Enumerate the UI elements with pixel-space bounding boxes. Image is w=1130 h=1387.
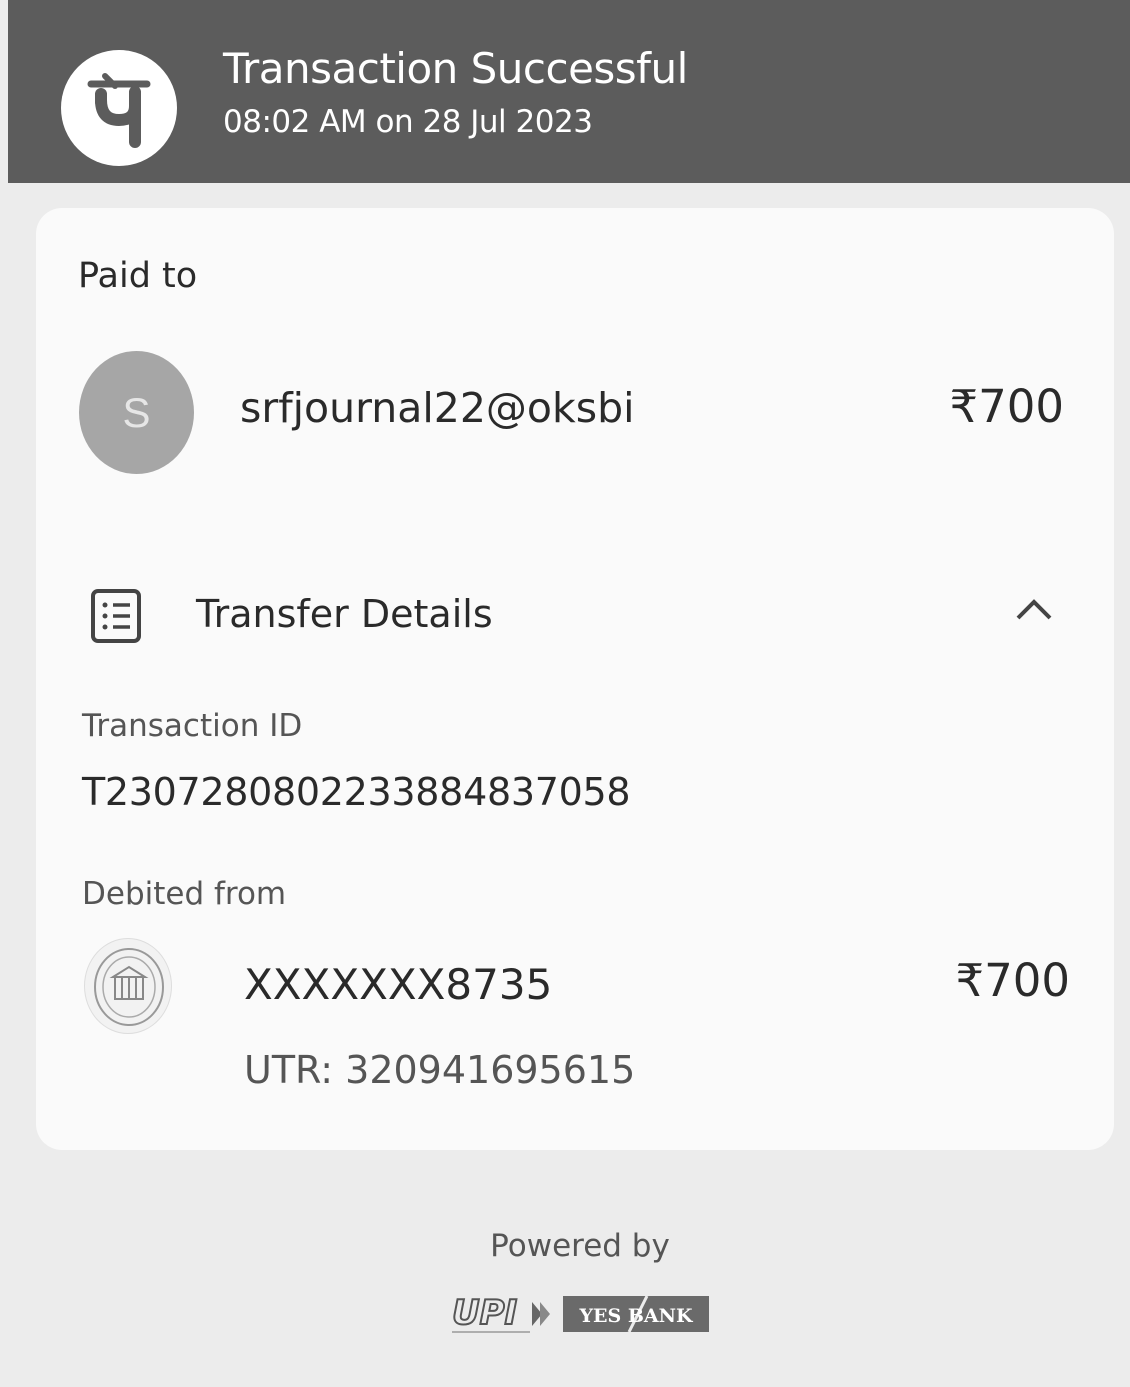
transfer-details-title[interactable]: Transfer Details	[196, 592, 493, 636]
transaction-card: Paid to S srfjournal22@oksbi ₹700 Transf…	[36, 208, 1114, 1150]
payee-upi-id: srfjournal22@oksbi	[240, 384, 635, 432]
transaction-timestamp: 08:02 AM on 28 Jul 2023	[223, 104, 593, 140]
debited-amount: ₹700	[955, 954, 1070, 1007]
powered-by-label: Powered by	[490, 1228, 670, 1264]
utr-number: UTR: 320941695615	[244, 1048, 636, 1092]
yes-bank-text: YES BANK	[578, 1305, 694, 1327]
transaction-id-label: Transaction ID	[82, 708, 303, 744]
document-list-icon	[90, 588, 142, 644]
yes-bank-logo: YES BANK	[563, 1296, 709, 1332]
avatar: S	[79, 351, 194, 474]
upi-logo-icon: UPI	[450, 1292, 554, 1336]
upi-logo-text: UPI	[452, 1293, 517, 1333]
debited-from-label: Debited from	[82, 876, 287, 912]
debited-account-number: XXXXXXX8735	[244, 960, 553, 1009]
phonepe-logo-icon	[61, 50, 177, 166]
phonepe-logo-svg	[87, 73, 151, 148]
transaction-status-title: Transaction Successful	[223, 44, 688, 93]
chevron-up-icon[interactable]	[1014, 594, 1054, 624]
paid-amount: ₹700	[949, 380, 1064, 433]
transaction-id-value: T2307280802233884837058	[82, 770, 631, 814]
transaction-header: Transaction Successful 08:02 AM on 28 Ju…	[8, 0, 1130, 183]
paid-to-label: Paid to	[78, 256, 198, 296]
bank-seal-icon	[84, 938, 172, 1034]
